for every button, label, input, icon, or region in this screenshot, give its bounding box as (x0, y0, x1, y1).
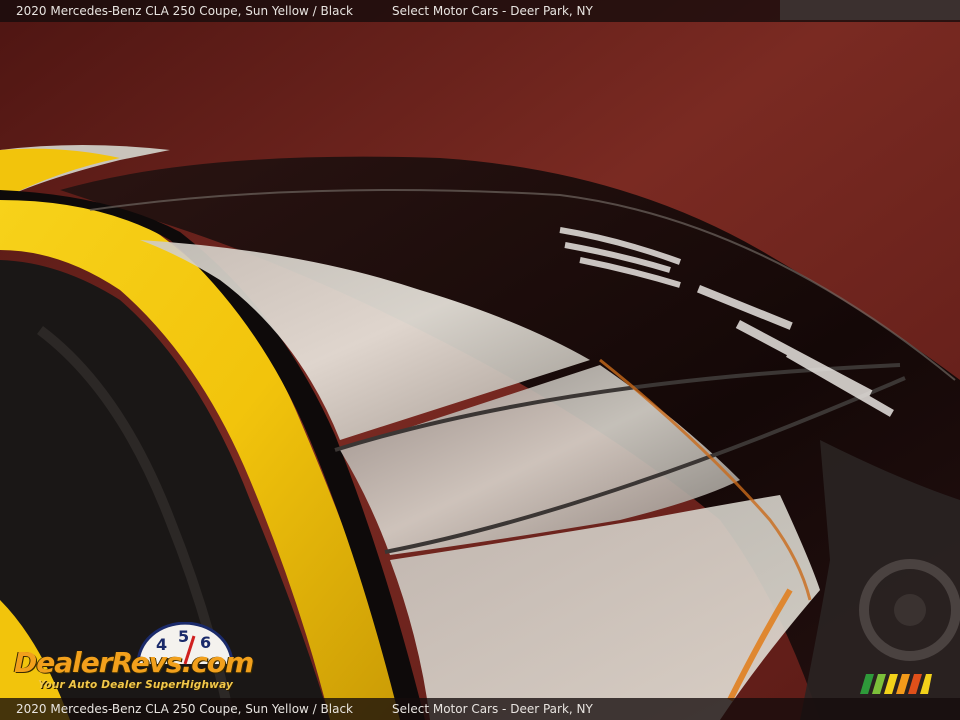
speedo-digit: 5 (178, 627, 189, 646)
stripes-flag-icon (860, 674, 932, 694)
vehicle-title: 2020 Mercedes-Benz CLA 250 Coupe, Sun Ye… (16, 4, 353, 18)
dealerrevs-logo-text: DealerRevs.com (14, 646, 254, 679)
dealerrevs-watermark: 4 5 6 DealerRevs.com Your Auto Dealer Su… (12, 622, 272, 696)
caption-bar-top: 2020 Mercedes-Benz CLA 250 Coupe, Sun Ye… (0, 0, 960, 22)
dealer-location: Select Motor Cars - Deer Park, NY (392, 4, 593, 18)
dealer-location: Select Motor Cars - Deer Park, NY (392, 702, 593, 716)
caption-bar-bottom: 2020 Mercedes-Benz CLA 250 Coupe, Sun Ye… (0, 698, 960, 720)
vehicle-title: 2020 Mercedes-Benz CLA 250 Coupe, Sun Ye… (16, 702, 353, 716)
car-roof-photo (0, 0, 960, 720)
dealerrevs-tagline: Your Auto Dealer SuperHighway (38, 679, 234, 691)
